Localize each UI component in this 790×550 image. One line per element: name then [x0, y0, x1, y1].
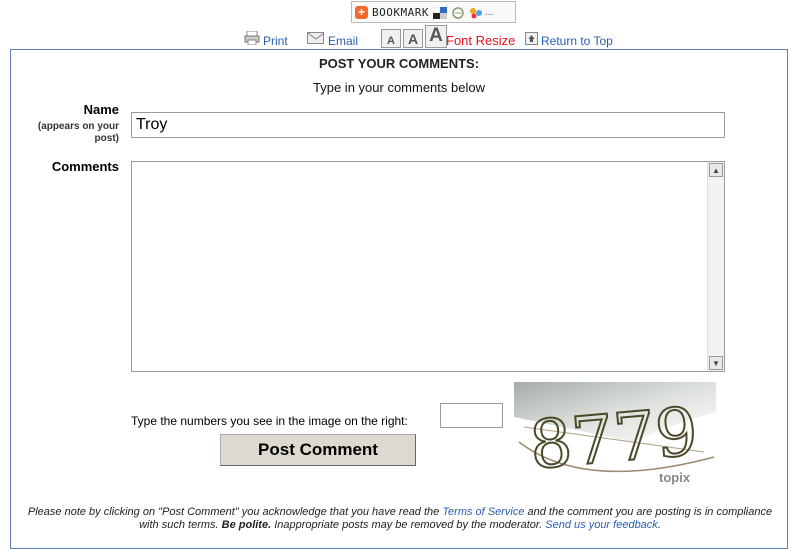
scroll-up-icon[interactable]: ▲: [709, 163, 723, 177]
arrow-up-icon: [525, 32, 538, 48]
captcha-prompt: Type the numbers you see in the image on…: [131, 414, 408, 428]
terms-of-service-link[interactable]: Terms of Service: [442, 506, 524, 518]
name-note: (appears on your post): [11, 121, 119, 145]
print-label: Print: [263, 34, 288, 48]
name-note-line1: (appears on your: [37, 121, 119, 132]
font-small-button[interactable]: A: [381, 29, 401, 48]
comments-textarea[interactable]: ▲ ▼: [131, 161, 725, 372]
bookmark-button[interactable]: + BOOKMARK ...: [351, 1, 516, 23]
printer-icon: [244, 30, 260, 48]
digg-icon: [451, 6, 465, 19]
scroll-down-icon[interactable]: ▼: [709, 356, 723, 370]
notice-text-4: .: [657, 519, 661, 531]
delicious-icon: [432, 6, 447, 19]
captcha-brand: topix: [659, 470, 691, 485]
return-to-top-link[interactable]: Return to Top: [525, 26, 613, 48]
name-input[interactable]: [131, 112, 725, 138]
plus-icon: +: [355, 5, 368, 19]
font-size-controls: A A A: [381, 25, 449, 48]
bookmark-label: BOOKMARK: [372, 5, 429, 19]
yahoo-icon: [469, 6, 483, 19]
notice-bold: Be polite.: [221, 519, 272, 531]
comments-scrollbar[interactable]: ▲ ▼: [707, 162, 724, 371]
captcha-input[interactable]: [440, 403, 503, 428]
notice-text-3: Inappropriate posts may be removed by th…: [271, 519, 546, 531]
send-feedback-link[interactable]: Send us your feedback: [545, 519, 658, 531]
comment-form-panel: POST YOUR COMMENTS: Type in your comment…: [10, 49, 788, 549]
form-title: POST YOUR COMMENTS:: [318, 56, 480, 71]
post-comment-button[interactable]: Post Comment: [220, 434, 416, 466]
email-link[interactable]: Email: [307, 26, 358, 48]
print-link[interactable]: Print: [244, 26, 288, 48]
font-large-button[interactable]: A: [425, 25, 447, 48]
article-toolbar: Print Email A A A Font Resize Return to …: [0, 25, 790, 48]
comments-label: Comments: [51, 159, 119, 174]
name-note-line2: post): [94, 133, 119, 144]
terms-notice: Please note by clicking on "Post Comment…: [21, 506, 779, 532]
form-subtitle: Type in your comments below: [313, 80, 485, 95]
font-resize-label: Font Resize: [446, 33, 516, 48]
email-label: Email: [328, 34, 359, 48]
more-icon: ...: [484, 6, 494, 18]
name-label: Name: [83, 102, 119, 117]
captcha-image: 8779 topix: [514, 382, 716, 485]
return-to-top-label: Return to Top: [541, 34, 613, 48]
notice-text-1: Please note by clicking on "Post Comment…: [27, 506, 443, 518]
envelope-icon: [307, 32, 325, 48]
font-medium-button[interactable]: A: [403, 29, 423, 48]
